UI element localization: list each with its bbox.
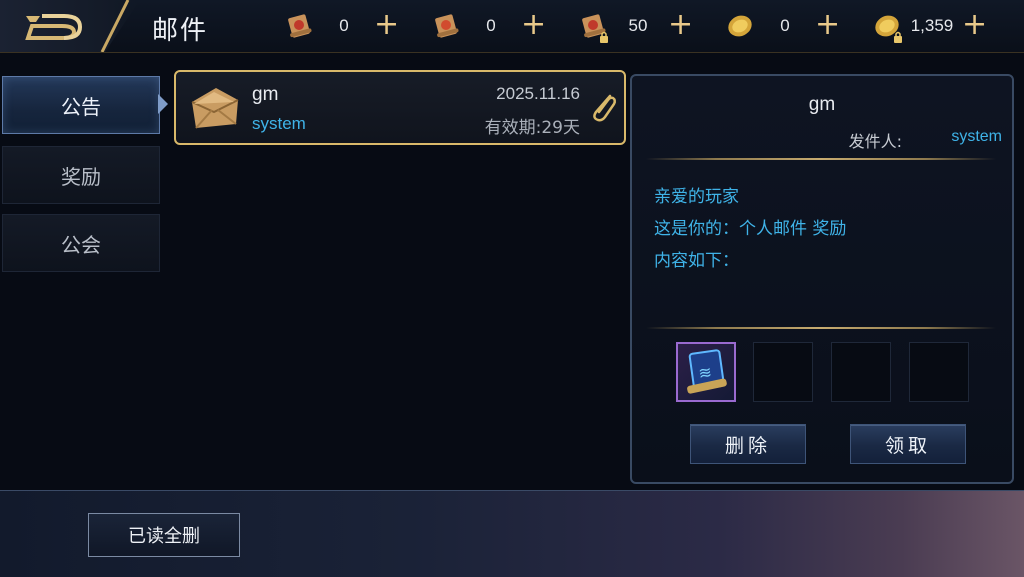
tab-guild[interactable]: 公会	[2, 214, 160, 272]
add-currency-button[interactable]: +	[374, 10, 399, 40]
page-title: 邮件	[152, 16, 209, 46]
currency-item-2: 0 +	[431, 10, 546, 42]
tab-announcement[interactable]: 公告	[2, 76, 160, 134]
detail-sender: gm	[808, 94, 836, 115]
add-currency-button[interactable]: +	[962, 10, 987, 40]
delete-button[interactable]: 删除	[690, 424, 806, 464]
red-scroll-icon	[284, 11, 314, 41]
attachment-slot-1[interactable]: ≋	[676, 342, 736, 402]
detail-body-line-3: 内容如下：	[654, 251, 739, 271]
mail-sender: gm	[252, 84, 279, 105]
svg-text:≋: ≋	[697, 362, 713, 383]
bottom-bar: 已读全删	[0, 490, 1024, 577]
gold-coin-icon	[872, 11, 902, 43]
add-currency-button[interactable]: +	[815, 10, 840, 40]
back-arrow-icon	[25, 14, 83, 40]
currency-value: 0	[780, 16, 790, 35]
mail-expiry: 有效期:29天	[484, 118, 580, 138]
paperclip-icon	[593, 94, 617, 122]
lock-icon	[894, 31, 902, 43]
currency-item-3: 50 +	[578, 10, 693, 43]
delete-read-button[interactable]: 已读全删	[88, 513, 240, 557]
top-bar: 邮件 0 + 0 + 50 + 0 + 1,359 +	[0, 0, 1024, 53]
red-scroll-icon	[578, 11, 608, 43]
header-divider	[100, 0, 130, 52]
detail-divider-bottom	[646, 327, 996, 329]
attachment-slot-4	[909, 342, 969, 402]
gold-coin-icon	[725, 11, 755, 41]
detail-body-line-1: 亲爱的玩家	[654, 187, 739, 207]
detail-from-value: system	[951, 128, 1002, 145]
currency-value: 0	[486, 16, 496, 35]
currency-item-1: 0 +	[284, 10, 399, 42]
skill-book-icon: ≋	[687, 349, 727, 394]
currency-value: 1,359	[910, 16, 954, 35]
mail-detail-panel: gm 发件人: system 亲爱的玩家 这是你的：个人邮件 奖励 内容如下： …	[630, 74, 1014, 484]
mail-date: 2025.11.16	[496, 84, 580, 103]
envelope-icon	[191, 88, 239, 129]
detail-body-line-2: 这是你的：个人邮件 奖励	[654, 219, 847, 239]
add-currency-button[interactable]: +	[521, 10, 546, 40]
currency-item-4: 0 +	[725, 10, 840, 42]
active-tab-indicator	[158, 94, 168, 114]
currency-value: 50	[628, 16, 648, 35]
mail-from: system	[252, 114, 306, 133]
currency-value: 0	[339, 16, 349, 35]
attachment-slot-3	[831, 342, 891, 402]
tab-rewards[interactable]: 奖励	[2, 146, 160, 204]
red-scroll-icon	[431, 11, 461, 41]
detail-divider-top	[646, 158, 996, 160]
currency-item-5: 1,359 +	[872, 10, 987, 43]
mail-list-item[interactable]: gm system 2025.11.16 有效期:29天	[174, 70, 626, 145]
claim-button[interactable]: 领取	[850, 424, 966, 464]
detail-from-label: 发件人:	[848, 132, 902, 151]
attachment-slot-2	[753, 342, 813, 402]
add-currency-button[interactable]: +	[668, 10, 693, 40]
lock-icon	[600, 31, 608, 43]
